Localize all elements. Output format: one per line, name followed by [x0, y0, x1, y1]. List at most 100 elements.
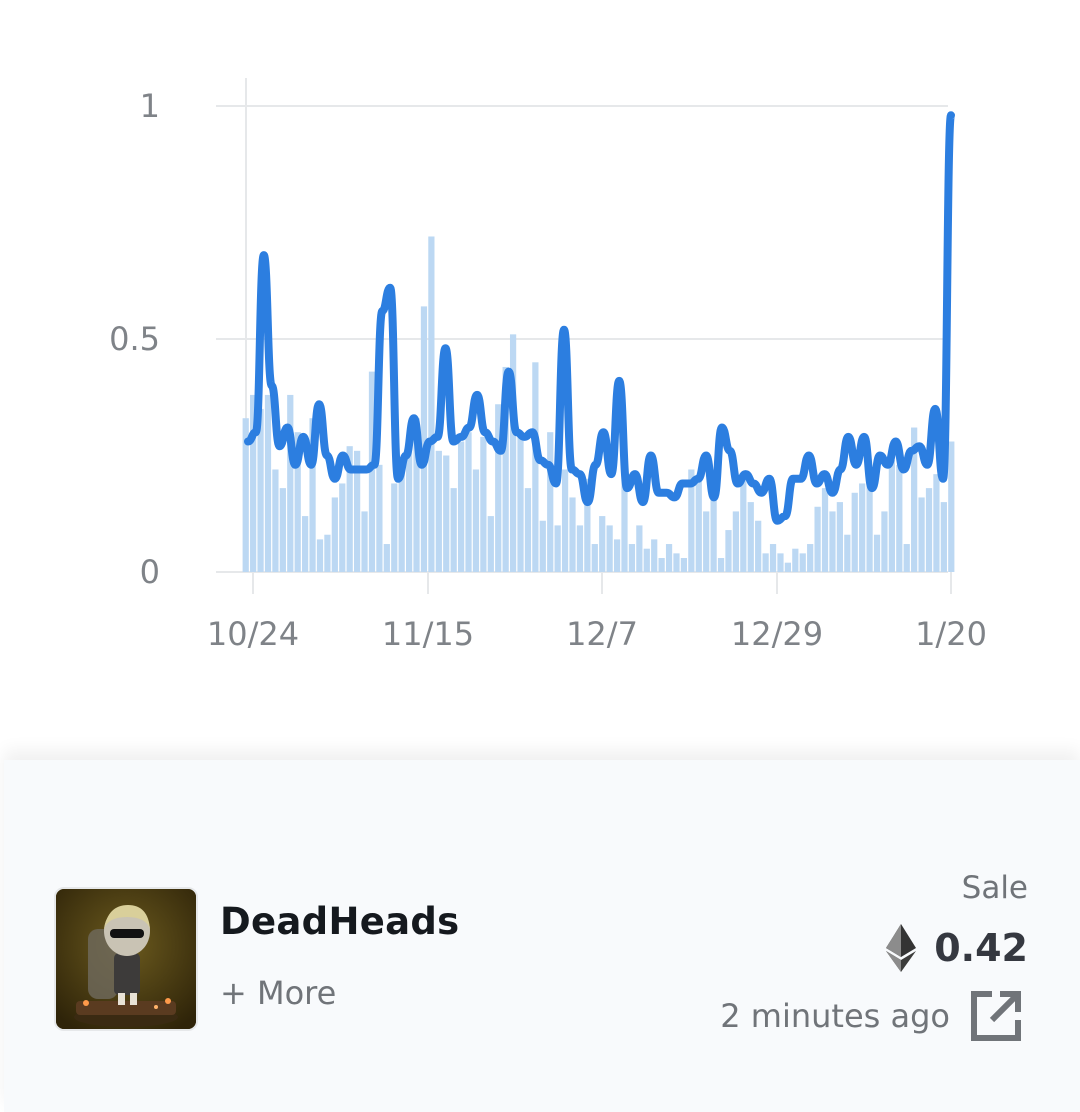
volume-bars [242, 236, 955, 573]
volume-bar [472, 469, 480, 572]
y-tick-label: 0 [140, 553, 160, 591]
volume-bar [792, 548, 799, 572]
volume-bar [948, 441, 955, 572]
volume-bar [331, 497, 338, 572]
x-axis-ticks: 10/24 11/15 12/7 12/29 1/20 [207, 572, 987, 653]
activity-card[interactable]: DeadHeads + More Sale 0.42 2 minutes ago [4, 760, 1080, 1112]
volume-bar [487, 516, 494, 572]
volume-bar [628, 544, 636, 572]
volume-bar [547, 432, 554, 572]
volume-bar [777, 553, 784, 572]
volume-bar [821, 488, 829, 572]
volume-bar [524, 488, 532, 572]
collection-name[interactable]: DeadHeads [220, 900, 460, 943]
price-line-group [244, 111, 955, 525]
volume-bar [925, 488, 933, 572]
y-tick-label: 1 [140, 87, 160, 125]
volume-bar [836, 502, 843, 572]
volume-bar [755, 520, 762, 572]
volume-bar [918, 497, 925, 572]
volume-bar [517, 432, 524, 572]
x-tick-label: 12/29 [731, 615, 823, 653]
volume-bar [829, 511, 836, 572]
volume-bar [940, 502, 947, 572]
volume-bar [391, 483, 398, 572]
volume-bar [903, 544, 910, 572]
volume-bar [933, 474, 940, 572]
more-link[interactable]: + More [220, 974, 336, 1012]
x-tick-label: 10/24 [207, 615, 299, 653]
volume-bar [324, 534, 331, 572]
volume-bar [561, 469, 569, 572]
volume-bar [554, 525, 561, 572]
volume-bar [784, 562, 792, 572]
external-link-icon[interactable] [968, 988, 1024, 1044]
volume-bar [703, 511, 710, 572]
volume-bar [272, 469, 279, 572]
volume-bar [740, 478, 747, 572]
volume-bar [881, 511, 888, 572]
volume-bar [888, 460, 895, 572]
time-row: 2 minutes ago [720, 988, 1024, 1044]
volume-bar [695, 478, 702, 572]
volume-bar [725, 530, 732, 572]
volume-bar [302, 516, 309, 572]
volume-bar [361, 511, 368, 572]
volume-bar [873, 534, 881, 572]
x-tick-label: 11/15 [382, 615, 474, 653]
volume-bar [851, 492, 858, 572]
volume-bar [316, 539, 324, 572]
volume-bar [383, 544, 390, 572]
chart-svg: 10.50 10/24 11/15 12/7 12/29 1/20 [109, 78, 987, 653]
volume-bar [599, 516, 606, 572]
time-ago: 2 minutes ago [720, 997, 950, 1035]
volume-bar [799, 553, 806, 572]
volume-bar [747, 502, 754, 572]
price-row: 0.42 [886, 922, 1028, 974]
price-line [244, 111, 955, 525]
volume-bar [673, 553, 680, 572]
volume-bar [339, 483, 346, 572]
y-axis-ticks: 10.50 [109, 87, 160, 591]
volume-bar [539, 520, 546, 572]
volume-bar [717, 558, 725, 572]
volume-bar [450, 488, 457, 572]
volume-bar [769, 544, 777, 572]
collection-thumbnail[interactable] [54, 887, 198, 1031]
volume-bar [398, 469, 405, 572]
volume-bar [866, 483, 873, 572]
volume-bar [591, 544, 598, 572]
volume-bar [287, 394, 294, 572]
volume-bar [576, 525, 584, 572]
price-value: 0.42 [934, 926, 1028, 970]
ethereum-icon [886, 924, 917, 972]
volume-bar [665, 544, 673, 572]
volume-bar [435, 450, 442, 572]
deadhead-avatar-image [56, 889, 196, 1029]
volume-bar [606, 525, 613, 572]
volume-bar [279, 488, 286, 572]
x-tick-label: 12/7 [566, 615, 638, 653]
volume-bar [376, 464, 383, 572]
volume-bar [651, 539, 658, 572]
volume-bar [532, 362, 539, 572]
volume-bar [732, 511, 740, 572]
volume-bar [680, 558, 688, 572]
volume-bar [859, 483, 866, 572]
volume-bar [457, 441, 465, 572]
y-tick-label: 0.5 [109, 320, 160, 358]
volume-bar [613, 539, 621, 572]
volume-bar [443, 455, 450, 572]
volume-bar [658, 558, 665, 572]
volume-bar [896, 464, 903, 572]
volume-bar [428, 236, 435, 573]
volume-bar [762, 553, 769, 572]
volume-bar [569, 497, 576, 572]
volume-bar [814, 506, 821, 572]
volume-bar [643, 548, 650, 572]
volume-bar [844, 534, 851, 572]
x-tick-label: 1/20 [915, 615, 987, 653]
volume-bar [636, 525, 643, 572]
volume-bar [807, 544, 814, 572]
volume-bar [480, 436, 487, 572]
